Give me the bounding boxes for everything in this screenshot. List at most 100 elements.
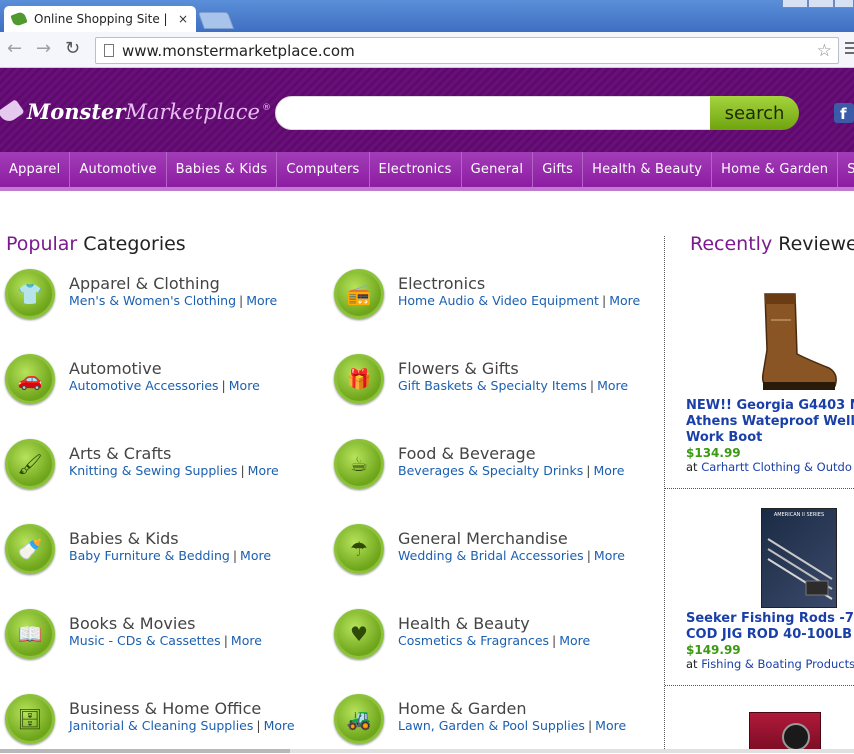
review-title-line[interactable]: NEW!! Georgia G4403 M xyxy=(686,398,854,414)
nav-item-apparel[interactable]: Apparel xyxy=(0,152,71,187)
category-name[interactable]: Apparel & Clothing xyxy=(69,274,220,293)
close-window-button[interactable] xyxy=(834,0,854,8)
nav-item-general[interactable]: General xyxy=(462,152,534,187)
gift-icon[interactable]: 🎁 xyxy=(334,354,384,404)
separator: | xyxy=(256,718,261,733)
search-button[interactable]: search xyxy=(710,96,799,130)
brush-icon[interactable]: 🖌 xyxy=(5,439,55,489)
back-button[interactable]: ← xyxy=(7,39,22,59)
subcategory-link[interactable]: Janitorial & Cleaning Supplies xyxy=(69,718,253,733)
category-subline: Music - CDs & Cassettes | More xyxy=(69,633,262,648)
nav-item-automotive[interactable]: Automotive xyxy=(70,152,167,187)
category-name[interactable]: Arts & Crafts xyxy=(69,444,171,463)
cup-icon[interactable]: ☕ xyxy=(334,439,384,489)
more-link[interactable]: More xyxy=(240,548,271,563)
minimize-button[interactable] xyxy=(782,0,808,8)
category-subline: Men's & Women's Clothing | More xyxy=(69,293,277,308)
category-name[interactable]: Automotive xyxy=(69,359,162,378)
subcategory-link[interactable]: Gift Baskets & Specialty Items xyxy=(398,378,587,393)
fishing-rods-image[interactable]: AMERICAN II SERIES xyxy=(761,508,837,608)
subcategory-link[interactable]: Home Audio & Video Equipment xyxy=(398,293,599,308)
separator: | xyxy=(586,463,591,478)
more-link[interactable]: More xyxy=(594,548,625,563)
nav-item-health-beauty[interactable]: Health & Beauty xyxy=(583,152,713,187)
more-link[interactable]: More xyxy=(597,378,628,393)
category-subline: Janitorial & Cleaning Supplies | More xyxy=(69,718,295,733)
category-name[interactable]: General Merchandise xyxy=(398,529,568,548)
subcategory-link[interactable]: Wedding & Bridal Accessories xyxy=(398,548,584,563)
product-image[interactable] xyxy=(749,712,821,753)
close-tab-icon[interactable]: × xyxy=(178,12,188,26)
subcategory-link[interactable]: Music - CDs & Cassettes xyxy=(69,633,221,648)
more-link[interactable]: More xyxy=(559,633,590,648)
browser-tab[interactable]: Online Shopping Site | Monst × xyxy=(4,6,196,32)
subcategory-link[interactable]: Automotive Accessories xyxy=(69,378,219,393)
category-name[interactable]: Food & Beverage xyxy=(398,444,536,463)
category-name[interactable]: Home & Garden xyxy=(398,699,527,718)
facebook-icon[interactable]: f xyxy=(834,103,854,123)
nav-item-electronics[interactable]: Electronics xyxy=(370,152,462,187)
category-subline: Lawn, Garden & Pool Supplies | More xyxy=(398,718,626,733)
bottle-icon[interactable]: 🍼 xyxy=(5,524,55,574)
review-title-line[interactable]: Athens Wateproof Welli xyxy=(686,414,854,430)
category-name[interactable]: Flowers & Gifts xyxy=(398,359,519,378)
nav-item-home-garden[interactable]: Home & Garden xyxy=(712,152,839,187)
separator: | xyxy=(239,293,244,308)
url-text[interactable]: www.monstermarketplace.com xyxy=(122,42,817,60)
subcategory-link[interactable]: Men's & Women's Clothing xyxy=(69,293,236,308)
heading-rest: Reviewed xyxy=(778,233,854,255)
cabinet-icon[interactable]: 🗄 xyxy=(5,694,55,744)
new-tab-button[interactable] xyxy=(197,12,235,29)
site-logo[interactable]: Monster Marketplace ® xyxy=(0,98,271,125)
review-title-line[interactable]: Work Boot xyxy=(686,430,854,446)
nav-item-gifts[interactable]: Gifts xyxy=(533,152,584,187)
category-subline: Beverages & Specialty Drinks | More xyxy=(398,463,624,478)
more-link[interactable]: More xyxy=(593,463,624,478)
category-item: 📻 Electronics Home Audio & Video Equipment… xyxy=(334,269,640,329)
category-name[interactable]: Business & Home Office xyxy=(69,699,261,718)
subcategory-link[interactable]: Lawn, Garden & Pool Supplies xyxy=(398,718,585,733)
store-link[interactable]: Fishing & Boating Products xyxy=(701,657,854,671)
category-name[interactable]: Babies & Kids xyxy=(69,529,179,548)
menu-icon[interactable] xyxy=(845,42,854,56)
book-icon[interactable]: 📖 xyxy=(5,609,55,659)
boot-image[interactable] xyxy=(757,290,841,396)
radio-icon[interactable]: 📻 xyxy=(334,269,384,319)
tractor-icon[interactable]: 🚜 xyxy=(334,694,384,744)
umbrella-icon[interactable]: ☂ xyxy=(334,524,384,574)
bookmark-star-icon[interactable]: ☆ xyxy=(817,41,832,61)
category-name[interactable]: Health & Beauty xyxy=(398,614,530,633)
category-name[interactable]: Books & Movies xyxy=(69,614,196,633)
search-input[interactable] xyxy=(275,96,715,130)
review-title-line[interactable]: COD JIG ROD 40-100LB xyxy=(686,627,854,643)
more-link[interactable]: More xyxy=(246,293,277,308)
site-favicon-icon xyxy=(10,10,28,28)
category-item: 🎁 Flowers & Gifts Gift Baskets & Specialty… xyxy=(334,354,634,414)
address-bar[interactable]: www.monstermarketplace.com ☆ xyxy=(95,37,839,64)
category-name[interactable]: Electronics xyxy=(398,274,485,293)
subcategory-link[interactable]: Baby Furniture & Bedding xyxy=(69,548,230,563)
more-link[interactable]: More xyxy=(231,633,262,648)
reload-button[interactable]: ↻ xyxy=(65,39,80,59)
more-link[interactable]: More xyxy=(248,463,279,478)
scrollbar-thumb[interactable] xyxy=(0,749,290,753)
review-item-2: Seeker Fishing Rods -7' COD JIG ROD 40-1… xyxy=(686,611,854,671)
subcategory-link[interactable]: Beverages & Specialty Drinks xyxy=(398,463,583,478)
review-title-line[interactable]: Seeker Fishing Rods -7' xyxy=(686,611,854,627)
maximize-button[interactable] xyxy=(808,0,834,8)
subcategory-link[interactable]: Cosmetics & Fragrances xyxy=(398,633,549,648)
more-link[interactable]: More xyxy=(609,293,640,308)
car-icon[interactable]: 🚗 xyxy=(5,354,55,404)
nav-item-sport[interactable]: Sport xyxy=(838,152,854,187)
nav-item-computers[interactable]: Computers xyxy=(277,152,370,187)
nav-item-babies-kids[interactable]: Babies & Kids xyxy=(167,152,278,187)
store-link[interactable]: Carhartt Clothing & Outdo xyxy=(701,460,852,474)
forward-button[interactable]: → xyxy=(36,39,51,59)
shirt-icon[interactable]: 👕 xyxy=(5,269,55,319)
horizontal-scrollbar[interactable] xyxy=(0,749,854,753)
more-link[interactable]: More xyxy=(264,718,295,733)
subcategory-link[interactable]: Knitting & Sewing Supplies xyxy=(69,463,237,478)
more-link[interactable]: More xyxy=(229,378,260,393)
heart-icon[interactable]: ♥ xyxy=(334,609,384,659)
more-link[interactable]: More xyxy=(595,718,626,733)
